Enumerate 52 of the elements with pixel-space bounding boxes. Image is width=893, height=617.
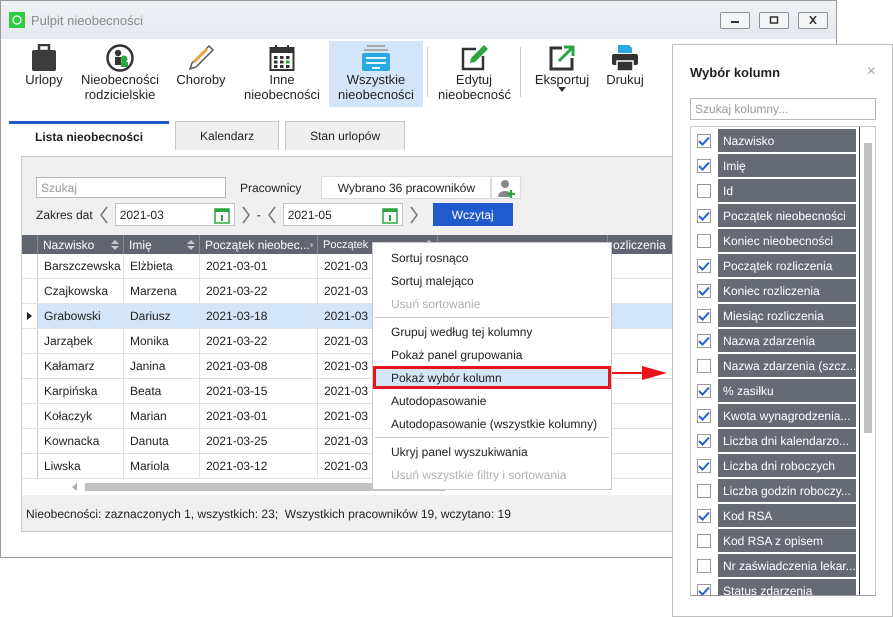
column-label: Status zdarzenia: [718, 579, 856, 595]
table-cell: Kałamarz: [38, 354, 124, 378]
table-cell: Beata: [124, 379, 200, 403]
table-cell: Danuta: [124, 429, 200, 453]
table-cell: Jarząbek: [38, 329, 124, 353]
table-cell: Kołaczyk: [38, 404, 124, 428]
column-label: Nr zaświadczenia lekar...: [718, 554, 856, 577]
window-title: Pulpit nieobecności: [31, 12, 144, 28]
column-label: Imię: [718, 154, 856, 177]
column-label: Początek nieobecności: [718, 204, 856, 227]
table-cell: 2021-03-01: [200, 404, 318, 428]
column-label: Koniec rozliczenia: [718, 279, 856, 302]
table-cell: 2021-03-15: [200, 379, 318, 403]
table-cell: Dariusz: [124, 304, 200, 328]
column-label: Id: [718, 179, 856, 202]
table-cell: 2021-03-22: [200, 279, 318, 303]
table-cell: Grabowski: [38, 304, 124, 328]
table-cell: Czajkowska: [38, 279, 124, 303]
table-cell: Barszczewska: [38, 254, 124, 278]
column-label: Nazwa zdarzenia (szcz...: [718, 354, 856, 377]
column-label: Nazwa zdarzenia: [718, 329, 856, 352]
column-label: Nazwisko: [718, 129, 856, 152]
table-cell: 2021-03-18: [200, 304, 318, 328]
panel-title: Wybór kolumn: [690, 64, 780, 80]
column-label: Liczba godzin roboczy...: [718, 479, 856, 502]
date-separator: -: [256, 208, 261, 222]
date-range-label: Zakres dat: [36, 208, 93, 222]
table-cell: Monika: [124, 329, 200, 353]
table-cell: Liwska: [38, 454, 124, 478]
table-cell: 2021-03-12: [200, 454, 318, 478]
column-label: Kod RSA: [718, 504, 856, 527]
column-label: % zasiłku: [718, 379, 856, 402]
table-cell: Mariola: [124, 454, 200, 478]
table-cell: Karpińska: [38, 379, 124, 403]
column-label: Kwota wynagrodzenia...: [718, 404, 856, 427]
table-cell: 2021-03-25: [200, 429, 318, 453]
column-label: Początek rozliczenia: [718, 254, 856, 277]
table-cell: 2021-03-01: [200, 254, 318, 278]
table-cell: 2021-03-22: [200, 329, 318, 353]
table-cell: 2021-03-08: [200, 354, 318, 378]
status-text: Nieobecności: zaznaczonych 1, wszystkich: 23; Wszystkich pracowników 19, wczytano: 19: [26, 507, 511, 521]
employees-label: Pracownicy: [240, 180, 302, 194]
table-cell: Elżbieta: [124, 254, 200, 278]
table-cell: Marzena: [124, 279, 200, 303]
column-label: Koniec nieobecności: [718, 229, 856, 252]
table-cell: Marian: [124, 404, 200, 428]
column-label: Liczba dni roboczych: [718, 454, 856, 477]
column-label: Miesiąc rozliczenia: [718, 304, 856, 327]
column-label: Liczba dni kalendarzo...: [718, 429, 856, 452]
column-label: Kod RSA z opisem: [718, 529, 856, 552]
table-cell: Kownacka: [38, 429, 124, 453]
table-cell: Janina: [124, 354, 200, 378]
